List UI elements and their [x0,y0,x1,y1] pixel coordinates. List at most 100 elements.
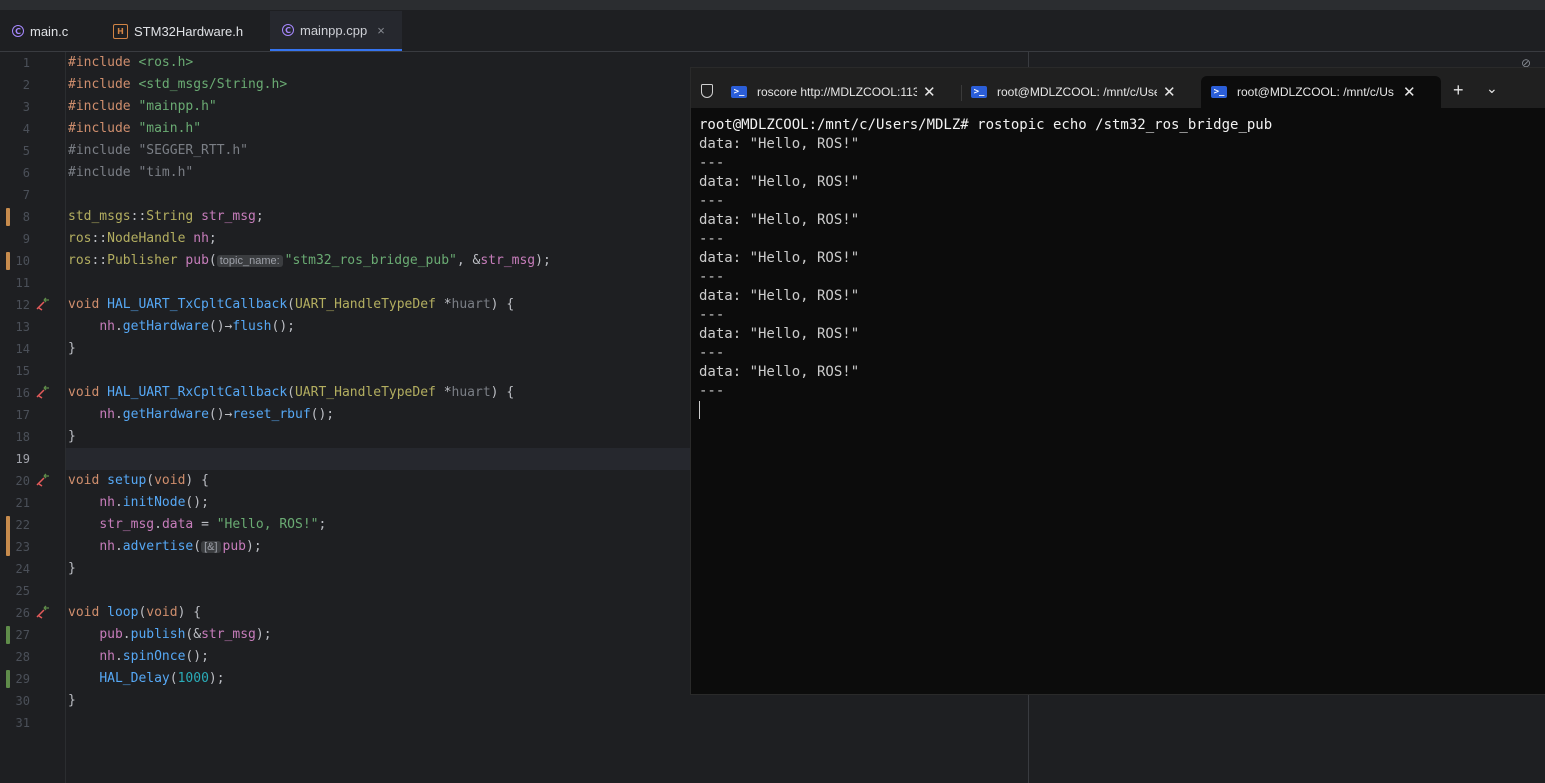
implements-icon[interactable] [35,473,51,489]
code-line[interactable]: std_msgs::String str_msg; [68,206,264,228]
output-line: data: "Hello, ROS!" [699,212,860,228]
close-icon[interactable]: ✕ [1403,83,1416,101]
close-icon[interactable]: ✕ [923,83,936,101]
line-number: 16 [15,386,30,400]
code-line[interactable]: nh.advertise([&] pub); [68,536,261,558]
code-line[interactable]: void setup(void) { [68,470,209,492]
code-line[interactable]: void HAL_UART_TxCpltCallback(UART_Handle… [68,294,514,316]
shield-icon[interactable] [701,84,713,98]
line-number: 20 [15,474,30,488]
terminal-tab-label: root@MDLZCOOL: /mnt/c/Us [1237,85,1394,99]
code-line[interactable]: #include "main.h" [68,118,201,140]
code-line[interactable]: ros::NodeHandle nh; [68,228,217,250]
output-line: data: "Hello, ROS!" [699,136,860,152]
line-number: 26 [15,606,30,620]
code-line[interactable]: } [68,338,76,360]
line-number: 12 [15,298,30,312]
modified-line-marker[interactable] [6,252,10,270]
line-number: 18 [15,430,30,444]
output-line: --- [699,231,725,247]
modified-line-marker[interactable] [6,208,10,226]
code-line[interactable]: #include <std_msgs/String.h> [68,74,287,96]
code-line[interactable]: void loop(void) { [68,602,201,624]
line-number: 27 [15,628,30,642]
output-line: --- [699,307,725,323]
line-number: 2 [22,78,30,92]
text-cursor [699,401,700,419]
line-number: 17 [15,408,30,422]
close-icon[interactable]: ✕ [1163,83,1176,101]
tab-label: mainpp.cpp [300,22,368,38]
output-line: data: "Hello, ROS!" [699,250,860,266]
terminal-tab-bar: >_ roscore http://MDLZCOOL:1131 ✕ >_ roo… [691,68,1545,108]
line-number: 21 [15,496,30,510]
powershell-icon: >_ [1211,86,1227,98]
line-number: 24 [15,562,30,576]
code-line[interactable]: nh.getHardware()→reset_rbuf(); [68,404,334,426]
terminal-output[interactable]: root@MDLZCOOL:/mnt/c/Users/MDLZ# rostopi… [699,116,1272,420]
line-number: 22 [15,518,30,532]
tab-stm32hardware-h[interactable]: H STM32Hardware.h [100,11,268,51]
code-line[interactable]: void HAL_UART_RxCpltCallback(UART_Handle… [68,382,514,404]
line-number: 3 [22,100,30,114]
terminal-tab-root-2[interactable]: >_ root@MDLZCOOL: /mnt/c/Us ✕ [1201,76,1441,108]
tab-mainpp-cpp[interactable]: C mainpp.cpp × [270,11,402,51]
line-number: 11 [15,276,30,290]
output-line: --- [699,193,725,209]
modified-line-marker[interactable] [6,516,10,556]
code-line[interactable]: nh.spinOnce(); [68,646,209,668]
output-line: data: "Hello, ROS!" [699,326,860,342]
line-number: 6 [22,166,30,180]
line-number: 1 [22,56,30,70]
code-line[interactable]: HAL_Delay(1000); [68,668,224,690]
code-line[interactable]: } [68,426,76,448]
line-number: 28 [15,650,30,664]
parameter-hint: topic_name: [216,255,283,267]
line-number: 10 [15,254,30,268]
implements-icon[interactable] [35,297,51,313]
terminal-tab-roscore[interactable]: >_ roscore http://MDLZCOOL:1131 ✕ [721,76,961,108]
line-number: 7 [22,188,30,202]
code-line[interactable]: #include "tim.h" [68,162,193,184]
terminal-tab-root-1[interactable]: >_ root@MDLZCOOL: /mnt/c/Use ✕ [961,76,1201,108]
terminal-tab-label: root@MDLZCOOL: /mnt/c/Use [997,85,1157,99]
line-number: 9 [22,232,30,246]
output-line: --- [699,269,725,285]
line-number: 4 [22,122,30,136]
implements-icon[interactable] [35,385,51,401]
implements-icon[interactable] [35,605,51,621]
tab-label: STM32Hardware.h [134,23,244,39]
output-line: data: "Hello, ROS!" [699,174,860,190]
close-icon[interactable]: × [377,23,385,38]
line-number: 30 [15,694,30,708]
new-tab-button[interactable]: + [1453,80,1464,101]
code-line[interactable]: #include <ros.h> [68,52,193,74]
terminal-window[interactable]: >_ roscore http://MDLZCOOL:1131 ✕ >_ roo… [690,67,1545,695]
line-number: 23 [15,540,30,554]
header-file-icon: H [113,23,128,39]
code-line[interactable]: nh.initNode(); [68,492,209,514]
added-line-marker[interactable] [6,670,10,688]
line-number: 31 [15,716,30,730]
code-line[interactable]: #include "SEGGER_RTT.h" [68,140,248,162]
tab-main-c[interactable]: C main.c [0,11,100,51]
line-number: 25 [15,584,30,598]
line-number: 29 [15,672,30,686]
output-line: --- [699,155,725,171]
code-line[interactable]: nh.getHardware()→flush(); [68,316,295,338]
terminal-prompt: root@MDLZCOOL:/mnt/c/Users/MDLZ# rostopi… [699,117,1273,133]
line-number: 8 [22,210,30,224]
line-number: 5 [22,144,30,158]
code-line[interactable]: str_msg.data = "Hello, ROS!"; [68,514,326,536]
output-line: --- [699,345,725,361]
code-line[interactable]: pub.publish(&str_msg); [68,624,271,646]
code-line[interactable]: ros::Publisher pub(topic_name: "stm32_ros… [68,250,551,272]
line-number: 13 [15,320,30,334]
code-line[interactable]: #include "mainpp.h" [68,96,217,118]
code-line[interactable]: } [68,690,76,712]
lambda-hint: [&] [201,541,221,553]
chevron-down-icon[interactable]: ⌄ [1486,80,1498,97]
cpp-file-icon: C [282,24,294,36]
added-line-marker[interactable] [6,626,10,644]
code-line[interactable]: } [68,558,76,580]
